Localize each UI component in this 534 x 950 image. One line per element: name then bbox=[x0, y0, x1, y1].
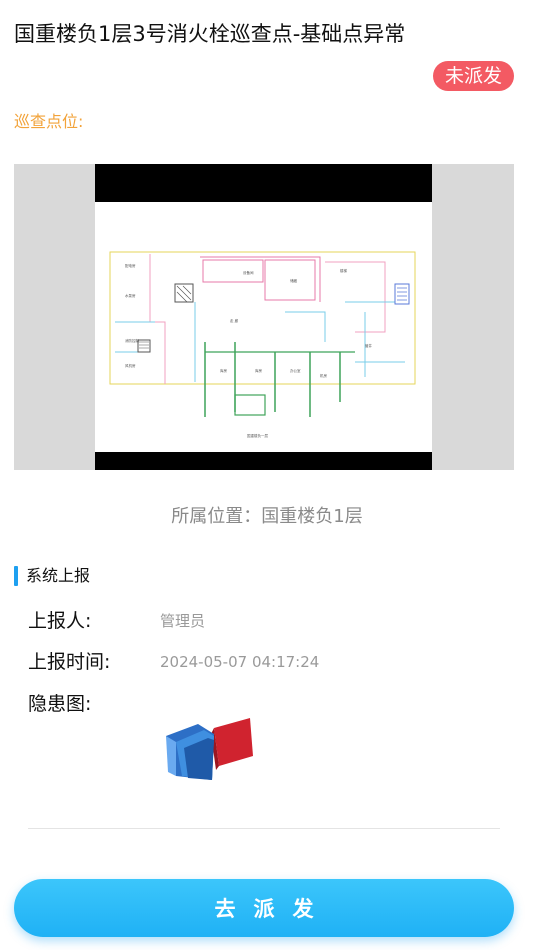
hazard-image-label: 隐患图: bbox=[28, 693, 92, 715]
svg-text:办公室: 办公室 bbox=[290, 368, 301, 373]
hazard-image-thumbnail[interactable] bbox=[164, 714, 256, 786]
open-book-icon bbox=[166, 718, 253, 780]
svg-text:水泵房: 水泵房 bbox=[125, 293, 136, 298]
system-report-section-title: 系统上报 bbox=[14, 564, 90, 588]
report-time-label: 上报时间: bbox=[28, 651, 111, 673]
floor-plan-image[interactable]: 配电房 水泵房 消防控制 风机房 设备间 储藏 楼梯 走 廊 库房 库房 办公室… bbox=[14, 164, 514, 470]
svg-text:风机房: 风机房 bbox=[125, 363, 136, 368]
svg-text:楼梯: 楼梯 bbox=[340, 268, 348, 273]
floor-plan-drawing: 配电房 水泵房 消防控制 风机房 设备间 储藏 楼梯 走 廊 库房 库房 办公室… bbox=[109, 251, 416, 438]
status-badge: 未派发 bbox=[432, 61, 514, 91]
reporter-value: 管理员 bbox=[160, 612, 206, 630]
divider bbox=[28, 828, 500, 829]
svg-text:储藏: 储藏 bbox=[290, 278, 298, 283]
svg-text:库房: 库房 bbox=[220, 368, 227, 373]
floor-plan-paper: 配电房 水泵房 消防控制 风机房 设备间 储藏 楼梯 走 廊 库房 库房 办公室… bbox=[95, 202, 432, 452]
reporter-label: 上报人: bbox=[28, 610, 92, 632]
svg-text:机房: 机房 bbox=[320, 373, 328, 378]
location-text: 所属位置：国重楼负1层 bbox=[171, 506, 363, 527]
svg-text:库房: 库房 bbox=[255, 368, 263, 373]
svg-text:管井: 管井 bbox=[365, 343, 373, 348]
svg-text:走 廊: 走 廊 bbox=[230, 318, 239, 323]
svg-text:国重楼负一层: 国重楼负一层 bbox=[247, 433, 268, 438]
patrol-point-label: 巡查点位: bbox=[14, 112, 84, 131]
report-time-value: 2024-05-07 04:17:24 bbox=[160, 653, 320, 671]
svg-text:设备间: 设备间 bbox=[243, 270, 254, 275]
page-title: 国重楼负1层3号消火栓巡查点-基础点异常 bbox=[14, 22, 406, 46]
floor-plan-letterbox: 配电房 水泵房 消防控制 风机房 设备间 储藏 楼梯 走 廊 库房 库房 办公室… bbox=[95, 164, 432, 470]
svg-text:配电房: 配电房 bbox=[125, 263, 136, 268]
dispatch-button[interactable]: 去派发 bbox=[14, 879, 514, 937]
svg-text:消防控制: 消防控制 bbox=[125, 338, 139, 343]
